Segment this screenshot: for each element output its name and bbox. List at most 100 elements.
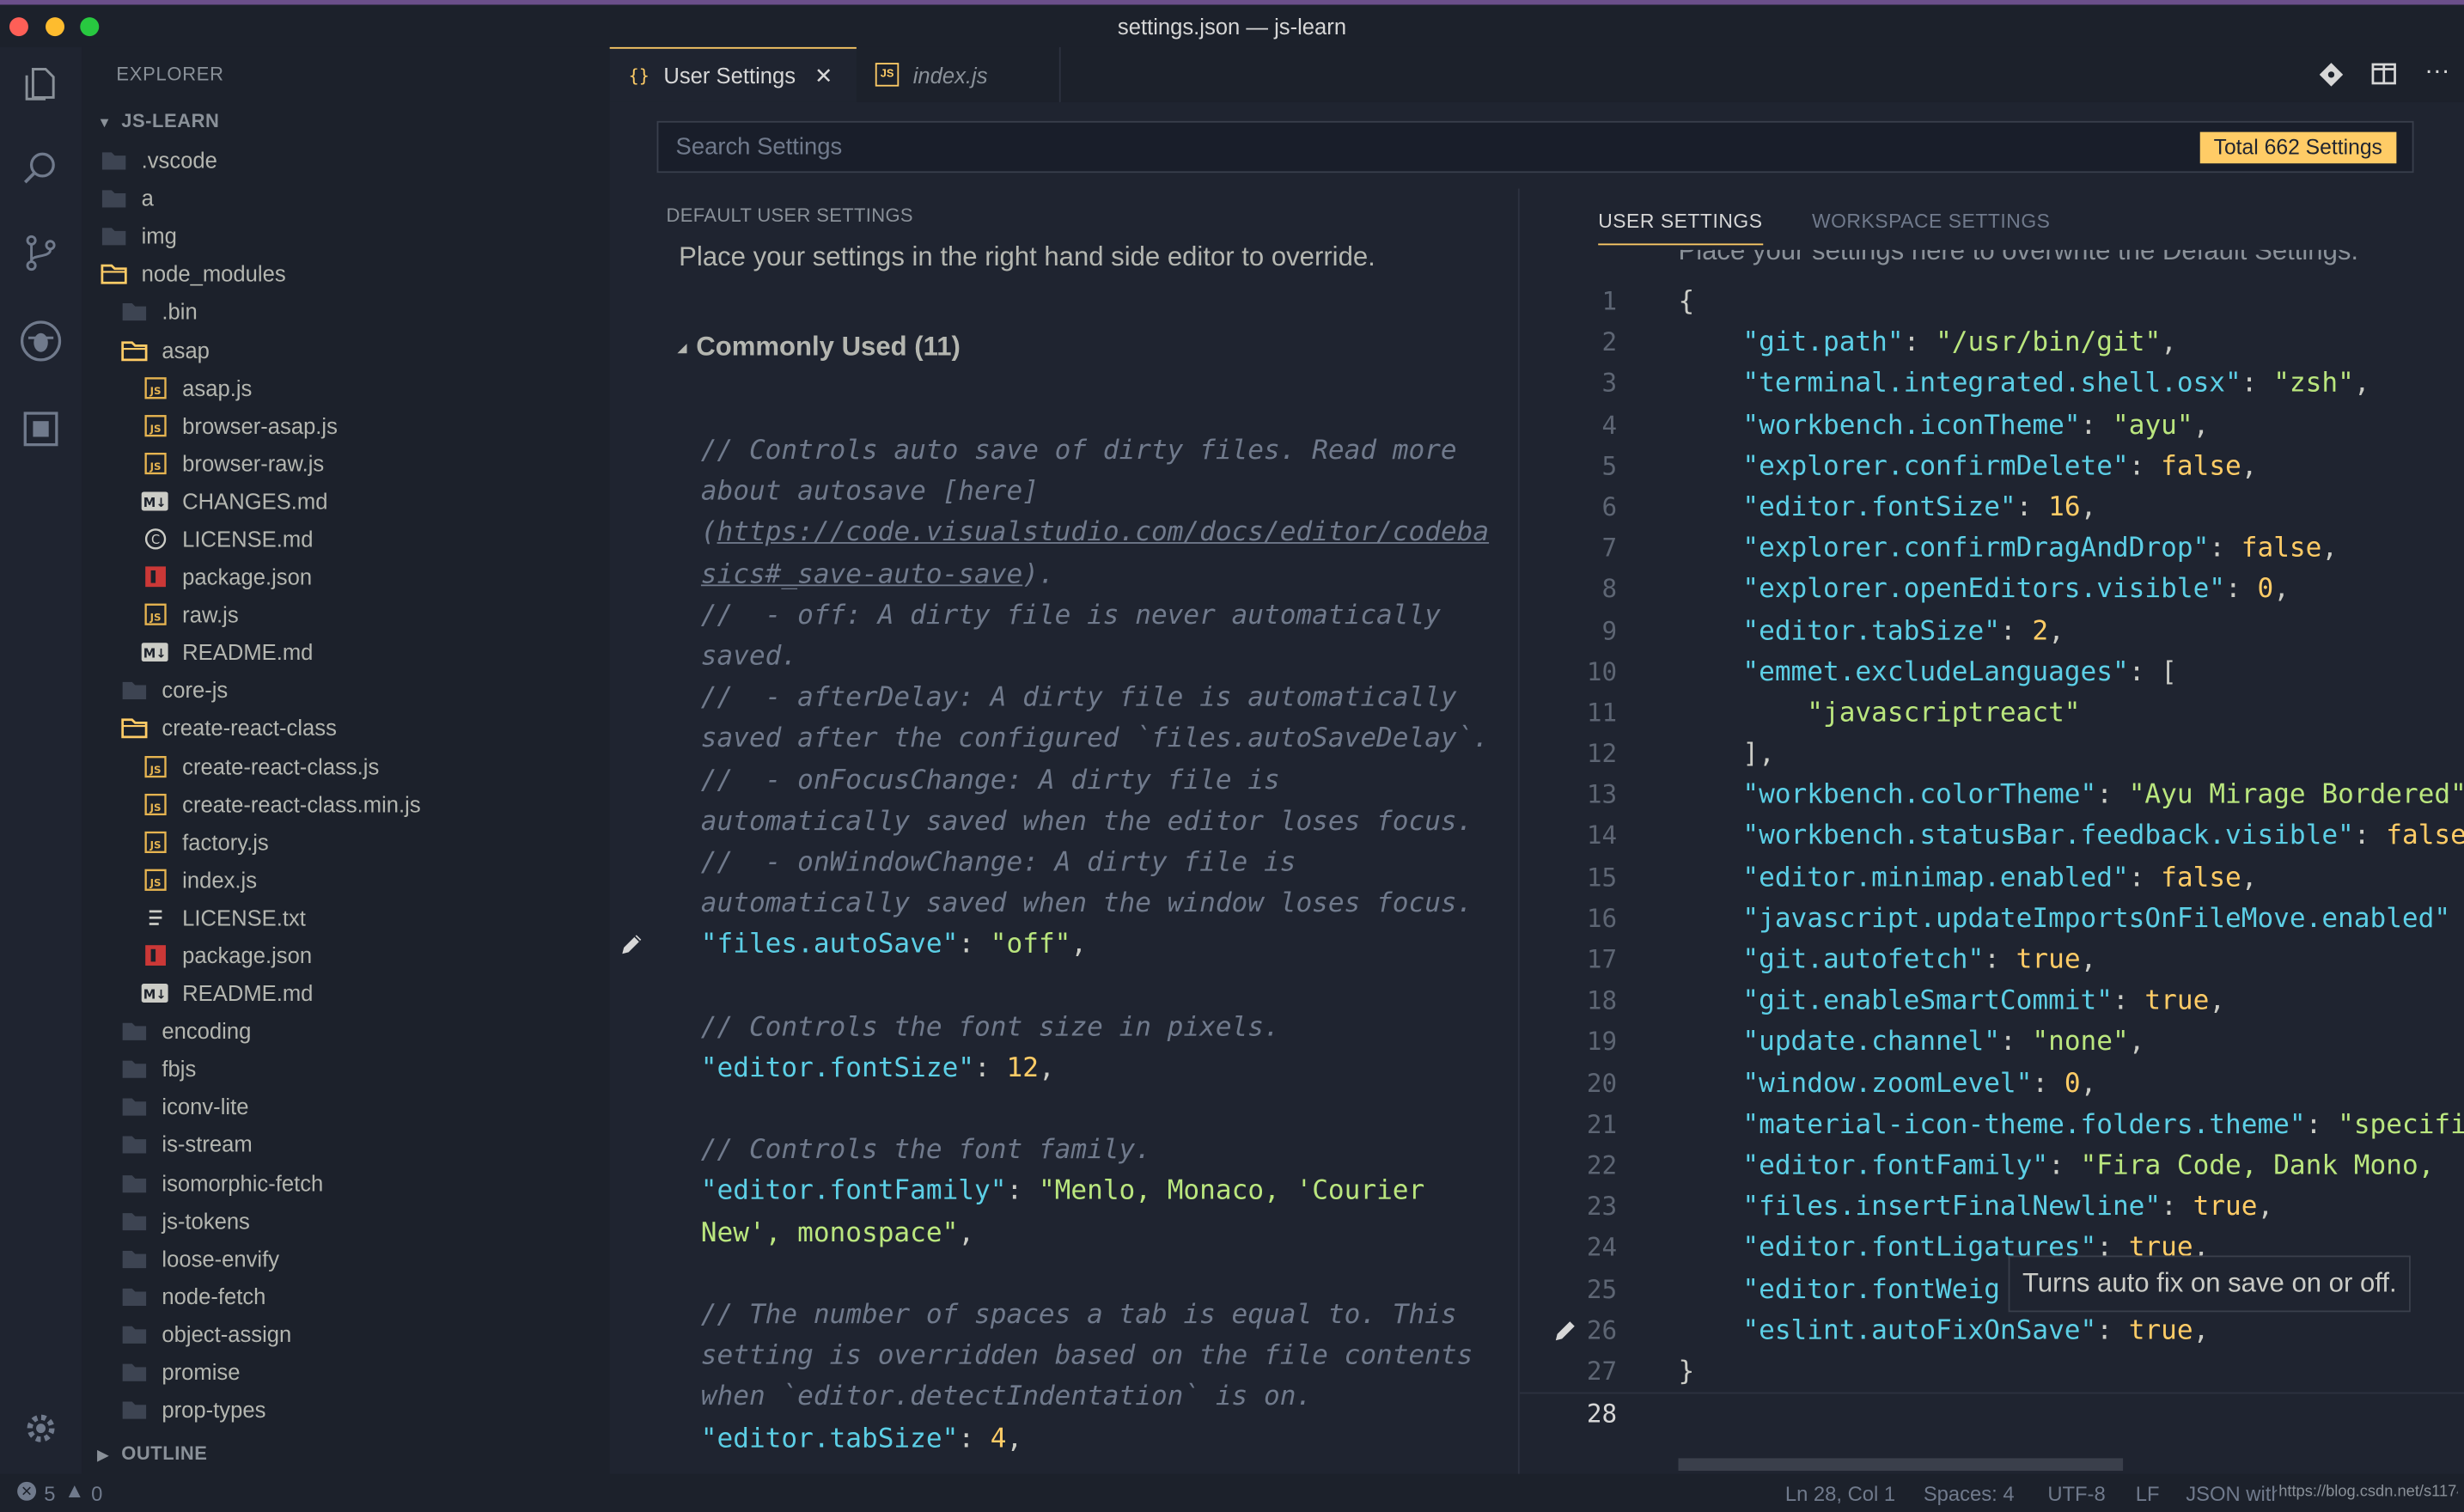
code-line: 3 "terminal.integrated.shell.osx": "zsh"… — [1520, 363, 2464, 405]
code-token: "javascript.updateImportsOnFileMove.enab… — [1742, 903, 2451, 935]
language-mode[interactable]: JSON with Comments — [2186, 1482, 2277, 1505]
tree-item-label: prop-types — [162, 1397, 266, 1423]
tree-item[interactable]: M↓ CHANGES.md — [82, 482, 610, 520]
tree-item[interactable]: JS factory.js — [82, 823, 610, 861]
svg-text:M↓: M↓ — [143, 647, 167, 662]
tab-user-settings-scope[interactable]: USER SETTINGS — [1598, 210, 1763, 246]
tree-item[interactable]: M↓ README.md — [82, 634, 610, 672]
tab-workspace-settings[interactable]: WORKSPACE SETTINGS — [1812, 210, 2051, 233]
tree-item[interactable]: package.json — [82, 936, 610, 974]
js-file-icon: JS — [142, 376, 168, 399]
code-token: , — [2353, 368, 2370, 400]
indentation[interactable]: Spaces: 4 — [1924, 1482, 2015, 1505]
tree-item[interactable]: asap — [82, 331, 610, 369]
tree-item[interactable]: a — [82, 180, 610, 217]
line-code: "emmet.excludeLanguages": [ — [1678, 652, 2176, 693]
debug-icon[interactable] — [17, 317, 64, 364]
more-actions-icon[interactable]: ··· — [2424, 58, 2449, 87]
tree-item[interactable]: JS create-react-class.js — [82, 747, 610, 785]
tree-item[interactable]: JS browser-asap.js — [82, 406, 610, 444]
project-root[interactable]: ▼ JS-LEARN — [97, 110, 219, 132]
code-token: true — [2144, 985, 2210, 1017]
tree-item[interactable]: C LICENSE.md — [82, 520, 610, 558]
code-token: "editor.fontSize" — [1742, 491, 2016, 523]
code-line: 10 "emmet.excludeLanguages": [ — [1520, 652, 2464, 693]
code-token: "workbench.statusBar.feedback.visible" — [1742, 820, 2354, 853]
code-token: saved after the configured `files.autoSa… — [700, 722, 1490, 755]
code-token: "Ayu Mirage Bordered" — [2128, 779, 2464, 812]
end-of-line[interactable]: LF — [2136, 1482, 2160, 1505]
edit-pencil-icon[interactable] — [1551, 1317, 1579, 1353]
cursor-position[interactable]: Ln 28, Col 1 — [1785, 1482, 1895, 1505]
source-control-icon[interactable] — [17, 229, 64, 277]
error-count[interactable]: 5 — [44, 1482, 55, 1505]
warning-icon[interactable]: ▲ — [64, 1478, 85, 1502]
tree-item[interactable]: object-assign — [82, 1315, 610, 1353]
open-changes-icon[interactable] — [2319, 63, 2344, 87]
tree-item[interactable]: core-js — [82, 672, 610, 710]
tree-item[interactable]: is-stream — [82, 1125, 610, 1163]
svg-text:JS: JS — [149, 384, 161, 396]
tree-item[interactable]: promise — [82, 1353, 610, 1391]
tree-item[interactable]: loose-envify — [82, 1240, 610, 1277]
folder-open-icon — [101, 263, 127, 285]
code-token: when `editor.detectIndentation` is on. — [700, 1381, 1313, 1413]
error-icon[interactable]: ✕ — [17, 1481, 37, 1501]
tab-user-settings[interactable]: {} User Settings ✕ — [609, 46, 857, 102]
outline-section[interactable]: ▶ OUTLINE — [97, 1442, 207, 1465]
code-token: } — [1678, 1356, 1695, 1387]
tree-item[interactable]: img — [82, 217, 610, 255]
code-line: "editor.fontSize": 12, — [701, 1048, 1518, 1089]
tree-item[interactable]: JS index.js — [82, 861, 610, 899]
tree-item[interactable]: LICENSE.txt — [82, 899, 610, 936]
tree-item[interactable]: create-react-class — [82, 710, 610, 747]
tree-item[interactable]: js-tokens — [82, 1202, 610, 1240]
search-icon[interactable] — [17, 144, 64, 192]
commonly-used-heading[interactable]: Commonly Used (11) — [696, 332, 961, 363]
svg-text:JS: JS — [149, 838, 161, 850]
editor-tabs: {} User Settings ✕ JS index.js ··· — [609, 46, 2464, 102]
file-encoding[interactable]: UTF-8 — [2047, 1482, 2105, 1505]
svg-text:JS: JS — [149, 876, 161, 888]
tree-item[interactable]: package.json — [82, 558, 610, 595]
caret-down-icon[interactable]: ◢ — [677, 341, 686, 355]
code-token: "editor.tabSize" — [700, 1423, 959, 1454]
tree-item[interactable]: node-fetch — [82, 1277, 610, 1315]
code-token: "editor.fontWeig — [1742, 1273, 2000, 1306]
gear-icon[interactable] — [17, 1405, 64, 1452]
horizontal-scrollbar[interactable] — [1678, 1458, 2124, 1472]
tree-item[interactable]: node_modules — [82, 255, 610, 293]
svg-text:C: C — [150, 533, 159, 547]
files-icon[interactable] — [17, 60, 64, 107]
tree-item[interactable]: JS browser-raw.js — [82, 444, 610, 482]
tree-item[interactable]: JS asap.js — [82, 369, 610, 406]
tab-index-js[interactable]: JS index.js — [857, 46, 1061, 102]
tree-item[interactable]: .bin — [82, 293, 610, 331]
tree-item[interactable]: .vscode — [82, 142, 610, 180]
warning-count[interactable]: 0 — [91, 1482, 102, 1505]
tree-item[interactable]: iconv-lite — [82, 1088, 610, 1125]
tree-item[interactable]: isomorphic-fetch — [82, 1164, 610, 1202]
tree-item[interactable]: JS raw.js — [82, 595, 610, 633]
tree-item[interactable]: prop-types — [82, 1391, 610, 1429]
code-line: 22 "editor.fontFamily": "Fira Code, Dank… — [1520, 1145, 2464, 1186]
line-number: 13 — [1586, 779, 1618, 810]
tree-item-label: raw.js — [182, 601, 239, 628]
tree-item[interactable]: JS create-react-class.min.js — [82, 785, 610, 823]
code-token: // - onFocusChange: A dirty file is — [700, 764, 1280, 796]
search-input[interactable]: Search Settings — [676, 133, 843, 160]
close-icon[interactable]: ✕ — [814, 62, 833, 88]
line-code: "editor.fontFamily": "Fira Code, Dank Mo… — [1678, 1145, 2434, 1186]
tree-item[interactable]: encoding — [82, 1012, 610, 1050]
tree-item[interactable]: M↓ README.md — [82, 974, 610, 1012]
settings-search[interactable]: Search Settings Total 662 Settings — [656, 120, 2414, 174]
edit-pencil-icon[interactable] — [618, 930, 646, 966]
tree-item[interactable]: fbjs — [82, 1050, 610, 1088]
extensions-icon[interactable] — [17, 405, 64, 453]
split-editor-icon[interactable] — [2371, 63, 2396, 85]
